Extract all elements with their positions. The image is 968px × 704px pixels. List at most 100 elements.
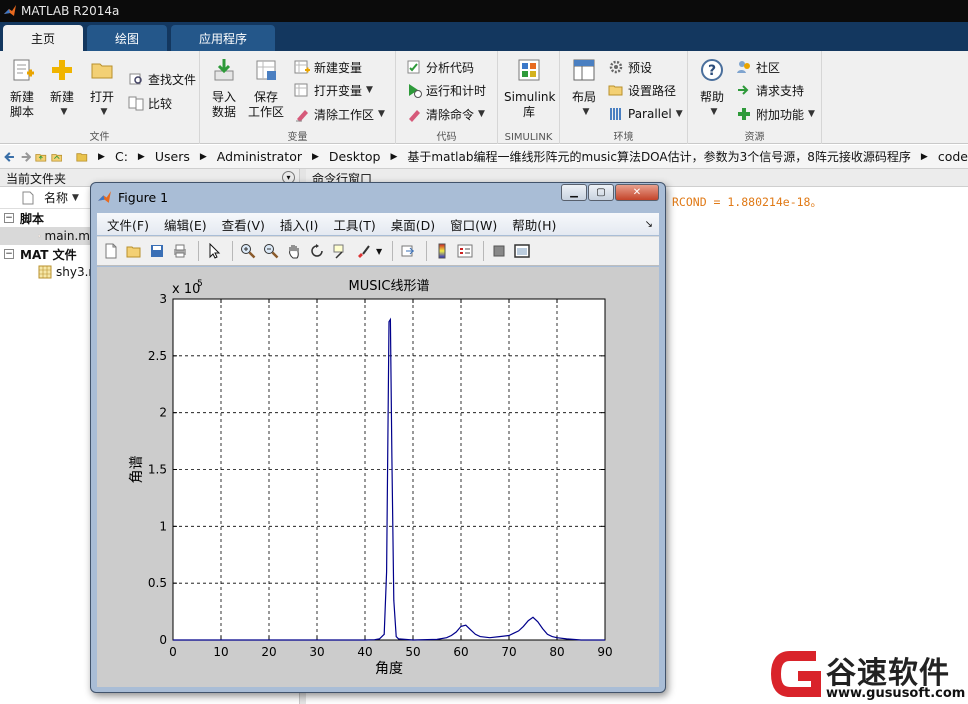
resources-group: ? 帮助 ▼ 社区 请求支持 附加功能 ▼ 资源 — [688, 51, 822, 144]
collapse-icon[interactable]: − — [4, 213, 14, 223]
close-button[interactable]: ✕ — [615, 184, 659, 201]
breadcrumb-desktop[interactable]: Desktop — [329, 149, 381, 164]
layout-button[interactable]: 布局 ▼ — [564, 57, 604, 120]
set-path-button[interactable]: 设置路径 — [608, 80, 676, 100]
tab-apps[interactable]: 应用程序 — [171, 25, 276, 51]
layout-icon — [573, 59, 595, 81]
request-support-button[interactable]: 请求支持 — [736, 80, 804, 100]
clear-workspace-button[interactable]: 清除工作区 ▼ — [294, 104, 385, 124]
save-workspace-button[interactable]: 保存 工作区 — [246, 57, 286, 120]
preferences-button[interactable]: 预设 — [608, 57, 652, 77]
y-axis-label: 角谱 — [129, 456, 145, 484]
gear-icon — [609, 60, 623, 74]
compare-button[interactable]: 比较 — [128, 93, 172, 113]
folder-path-icon — [608, 85, 623, 96]
breadcrumb-separator: ▶ — [390, 151, 398, 162]
simulink-icon — [518, 59, 540, 81]
community-button[interactable]: 社区 — [736, 57, 780, 77]
new-button[interactable]: 新建 ▼ — [42, 57, 82, 120]
zoom-out-icon[interactable] — [261, 242, 280, 261]
back-arrow-icon[interactable] — [4, 150, 16, 164]
find-files-icon — [129, 73, 142, 85]
folder-open-icon — [91, 63, 113, 79]
chevron-down-icon: ▼ — [582, 107, 590, 117]
menu-desktop[interactable]: 桌面(D) — [391, 215, 435, 234]
menu-tools[interactable]: 工具(T) — [333, 215, 375, 234]
list-item[interactable]: main.m — [0, 227, 90, 245]
community-icon — [737, 61, 750, 73]
clear-commands-button[interactable]: 清除命令 ▼ — [406, 104, 485, 124]
hide-tools-icon[interactable] — [489, 242, 508, 261]
up-folder-icon[interactable] — [35, 150, 47, 164]
tab-plots[interactable]: 绘图 — [87, 25, 168, 51]
import-data-button[interactable]: 导入 数据 — [204, 57, 244, 120]
breadcrumb-project-folder[interactable]: 基于matlab编程一维线形阵元的music算法DOA估计，参数为3个信号源，8… — [407, 148, 911, 165]
folder-icon — [76, 152, 88, 162]
breadcrumb-code[interactable]: code — [938, 149, 968, 164]
addons-button[interactable]: 附加功能 ▼ — [736, 104, 815, 124]
breadcrumb-separator: ▶ — [137, 151, 145, 162]
save-icon[interactable] — [147, 242, 166, 261]
y-tick-label: 1 — [159, 519, 167, 533]
link-icon[interactable] — [398, 242, 417, 261]
menu-window[interactable]: 窗口(W) — [450, 215, 497, 234]
tab-home[interactable]: 主页 — [3, 25, 84, 51]
colorbar-icon[interactable] — [432, 242, 451, 261]
breadcrumb-administrator[interactable]: Administrator — [217, 149, 302, 164]
figure-toolbar: ▼ — [97, 236, 659, 266]
new-script-button[interactable]: 新建 脚本 — [2, 57, 42, 120]
breadcrumb-users[interactable]: Users — [155, 149, 190, 164]
figure-window: Figure 1 ▁ ▢ ✕ 文件(F) 编辑(E) 查看(V) 插入(I) 工… — [90, 182, 666, 693]
collapse-icon[interactable]: − — [4, 249, 14, 259]
forward-arrow-icon[interactable] — [20, 150, 32, 164]
minimize-button[interactable]: ▁ — [561, 184, 587, 201]
new-figure-icon[interactable] — [101, 242, 120, 261]
pan-icon[interactable] — [284, 242, 303, 261]
breadcrumb-c[interactable]: C: — [115, 149, 128, 164]
find-files-button[interactable]: 查找文件 — [128, 69, 196, 89]
menu-file[interactable]: 文件(F) — [107, 215, 149, 234]
ribbon-toolstrip: 新建 脚本 新建 ▼ 打开 ▼ 查找文件 比较 文件 导入 数据 保存 工作区 … — [0, 51, 968, 144]
watermark-url: www.gususoft.com — [826, 686, 966, 701]
mat-file-icon — [38, 265, 52, 279]
menu-insert[interactable]: 插入(I) — [280, 215, 318, 234]
print-icon[interactable] — [170, 242, 189, 261]
run-time-icon — [409, 84, 422, 98]
x-tick-label: 30 — [309, 645, 324, 659]
brush-icon[interactable] — [353, 242, 372, 261]
sort-arrow-icon: ▼ — [72, 192, 79, 203]
open-button[interactable]: 打开 ▼ — [82, 57, 122, 120]
browse-folder-icon[interactable] — [51, 150, 63, 164]
open-variable-button[interactable]: 打开变量 ▼ — [294, 80, 373, 100]
minimize-icon: ▁ — [570, 187, 578, 198]
run-and-time-button[interactable]: 运行和计时 — [406, 80, 486, 100]
chart-title: MUSIC线形谱 — [349, 279, 430, 294]
open-icon[interactable] — [124, 242, 143, 261]
menu-help[interactable]: 帮助(H) — [512, 215, 556, 234]
menu-edit[interactable]: 编辑(E) — [164, 215, 207, 234]
help-button[interactable]: ? 帮助 ▼ — [692, 57, 732, 120]
new-variable-icon — [294, 60, 310, 74]
addons-icon — [738, 108, 750, 120]
chevron-down-icon: ▼ — [808, 109, 815, 119]
chevron-down-icon: ▼ — [710, 107, 718, 117]
chevron-down-icon: ▼ — [675, 109, 683, 119]
legend-icon[interactable] — [455, 242, 474, 261]
compare-icon — [128, 96, 144, 111]
y-tick-label: 3 — [159, 292, 167, 306]
open-variable-icon — [294, 83, 308, 97]
simulink-group: Simulink 库 SIMULINK — [498, 51, 560, 144]
maximize-button[interactable]: ▢ — [588, 184, 614, 201]
data-cursor-icon[interactable] — [330, 242, 349, 261]
zoom-in-icon[interactable] — [238, 242, 257, 261]
menu-dock-arrow-icon[interactable]: ↘ — [645, 219, 653, 230]
rotate-icon[interactable] — [307, 242, 326, 261]
new-variable-button[interactable]: 新建变量 — [294, 57, 362, 77]
pointer-icon[interactable] — [204, 242, 223, 261]
chevron-down-icon[interactable]: ▼ — [376, 247, 382, 256]
analyze-code-button[interactable]: 分析代码 — [406, 57, 474, 77]
menu-view[interactable]: 查看(V) — [222, 215, 265, 234]
simulink-library-button[interactable]: Simulink 库 — [504, 57, 555, 120]
dock-icon[interactable] — [512, 242, 531, 261]
parallel-button[interactable]: Parallel ▼ — [608, 104, 683, 124]
